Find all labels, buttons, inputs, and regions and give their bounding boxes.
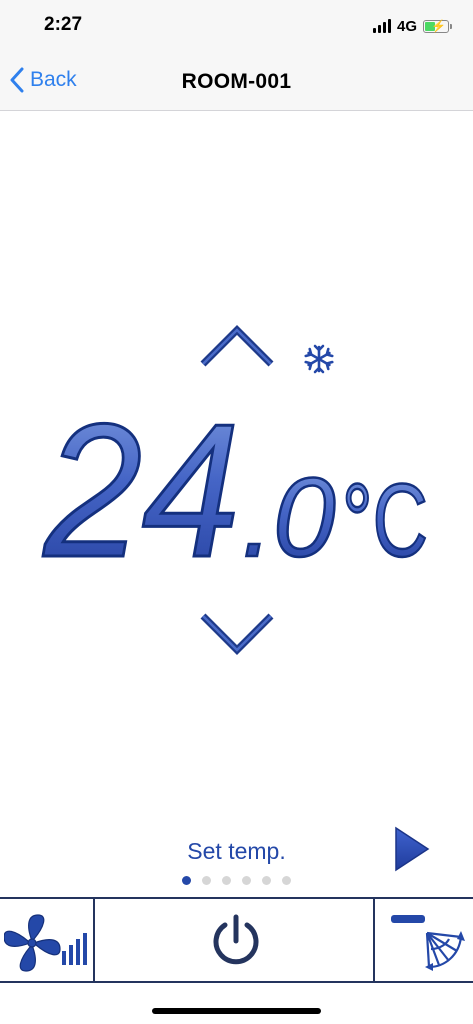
page-dot[interactable] bbox=[182, 876, 191, 885]
home-indicator bbox=[152, 1008, 321, 1014]
temperature-display: 24 .0 °C bbox=[36, 384, 446, 599]
next-page-button[interactable] bbox=[394, 826, 430, 872]
louver-swing-icon bbox=[391, 915, 465, 971]
page-dot[interactable] bbox=[282, 876, 291, 885]
status-bar: 2:27 4G ⚡ bbox=[0, 0, 473, 50]
fan-speed-button[interactable] bbox=[0, 899, 95, 983]
page-dot[interactable] bbox=[202, 876, 211, 885]
snowflake-icon bbox=[304, 344, 334, 374]
temp-up-button[interactable] bbox=[199, 322, 275, 368]
temp-integer: 24 bbox=[42, 398, 240, 568]
status-indicators: 4G ⚡ bbox=[372, 16, 452, 36]
page-dot[interactable] bbox=[222, 876, 231, 885]
power-button[interactable] bbox=[97, 899, 375, 983]
page-dot[interactable] bbox=[262, 876, 271, 885]
network-type: 4G bbox=[396, 17, 417, 35]
remote-control-screen: 2:27 4G ⚡ Back ROOM-001 24 .0 °C Set tem… bbox=[0, 0, 473, 1024]
temp-down-button[interactable] bbox=[199, 608, 275, 658]
power-icon bbox=[213, 914, 259, 965]
navigation-bar: Back ROOM-001 bbox=[0, 50, 473, 111]
battery-icon: ⚡ bbox=[423, 19, 452, 33]
page-indicator bbox=[0, 876, 473, 885]
bottom-toolbar bbox=[0, 897, 473, 983]
temp-decimal: .0 bbox=[242, 455, 335, 568]
signal-strength-icon bbox=[372, 19, 391, 33]
status-time: 2:27 bbox=[44, 14, 83, 35]
page-title: ROOM-001 bbox=[181, 70, 292, 93]
page-dot[interactable] bbox=[242, 876, 251, 885]
temp-unit: °C bbox=[342, 463, 428, 568]
fan-speed-icon bbox=[4, 914, 87, 972]
louver-swing-button[interactable] bbox=[377, 899, 473, 983]
